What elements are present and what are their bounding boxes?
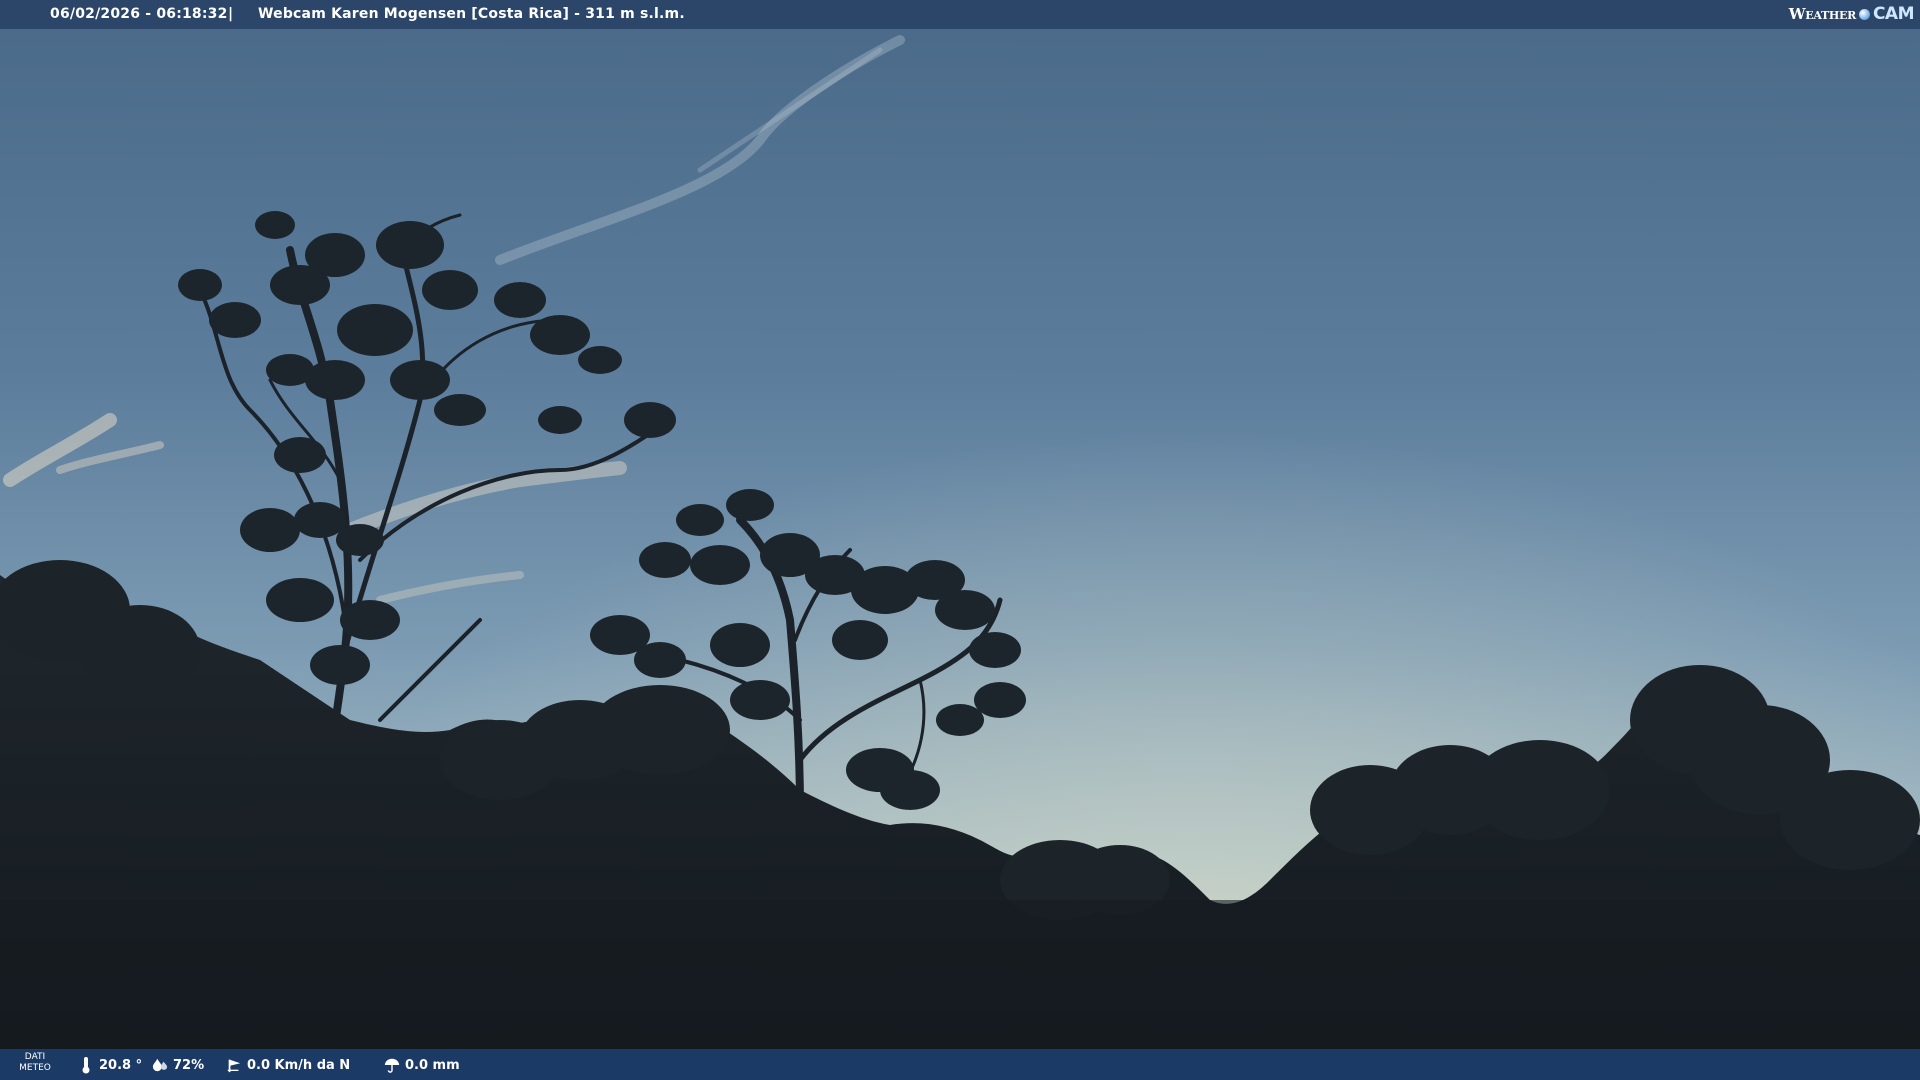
label-line-1: DATI (24, 1052, 46, 1062)
logo-globe-icon (1858, 8, 1870, 20)
logo-text-cam: CAM (1872, 4, 1915, 24)
webcam-landscape (0, 0, 1920, 1080)
humidity-value: 72% (173, 1057, 205, 1073)
temperature-value: 20.8 ° (99, 1057, 143, 1073)
temperature-reading: 20.8 ° (78, 1056, 142, 1074)
header-separator: | (228, 6, 234, 22)
humidity-reading: 72% (152, 1056, 204, 1074)
weather-data-bar: DATI METEO 20.8 ° 72% 0.0 Km/h da N 0.0 … (0, 1049, 1920, 1080)
webcam-title: Webcam Karen Mogensen [Costa Rica] - 311… (258, 6, 685, 22)
capture-datetime: 06/02/2026 - 06:18:32 (50, 6, 228, 22)
weather-data-label: DATI METEO (18, 1052, 52, 1074)
rain-value: 0.0 mm (405, 1057, 460, 1073)
wind-vane-icon (227, 1059, 241, 1073)
label-line-2: METEO (19, 1063, 51, 1073)
thermometer-icon (82, 1057, 90, 1074)
weathercam-logo: Weather CAM (1788, 3, 1915, 25)
wind-reading: 0.0 Km/h da N (226, 1056, 350, 1074)
rain-umbrella-icon (384, 1058, 400, 1073)
webcam-header-bar: 06/02/2026 - 06:18:32 | Webcam Karen Mog… (0, 0, 1920, 29)
webcam-image (0, 0, 1920, 1080)
wind-value: 0.0 Km/h da N (247, 1057, 351, 1073)
rain-reading: 0.0 mm (384, 1056, 460, 1074)
humidity-drops-icon (152, 1058, 168, 1072)
logo-text-weather: Weather (1788, 5, 1856, 23)
